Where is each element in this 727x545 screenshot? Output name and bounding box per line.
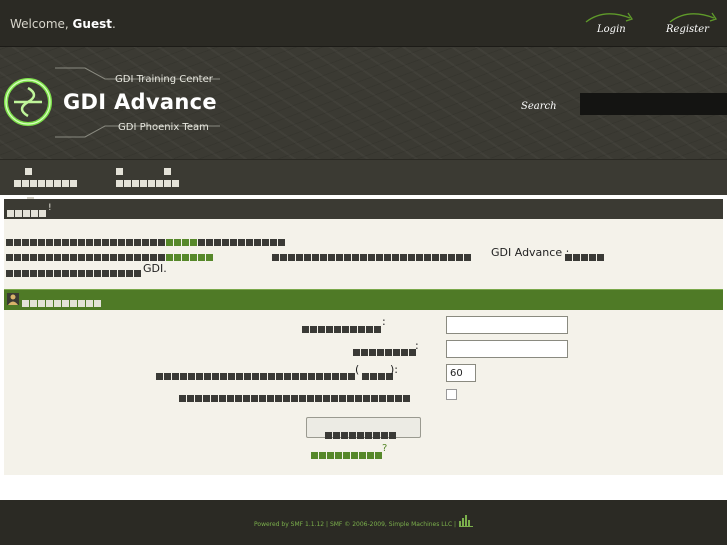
session-paren-open: ( xyxy=(355,363,360,376)
header-banner: GDI Training Center GDI Advance GDI Phoe… xyxy=(0,47,727,159)
notice-header: ! xyxy=(4,199,723,219)
forgot-password-question: ? xyxy=(382,443,388,454)
welcome-prefix: Welcome, xyxy=(10,17,69,31)
logo-subtitle-top: GDI Training Center xyxy=(115,74,213,85)
login-button[interactable] xyxy=(306,417,421,439)
nav-item-help[interactable] xyxy=(116,168,180,191)
nav-item-home[interactable] xyxy=(14,168,78,191)
password-colon: : xyxy=(415,339,419,352)
welcome-text: Welcome, Guest. xyxy=(10,17,116,31)
password-field[interactable] xyxy=(446,340,568,358)
always-stay-logged-in-checkbox[interactable] xyxy=(446,389,457,400)
logo-title: GDI Advance xyxy=(63,90,217,114)
footer: Powered by SMF 1.1.12 | SMF © 2006-2009,… xyxy=(0,500,727,545)
forgot-password-link[interactable] xyxy=(311,444,383,463)
login-header xyxy=(4,289,723,310)
register-link[interactable]: Register xyxy=(666,24,709,35)
stats-icon xyxy=(459,515,473,527)
user-icon xyxy=(7,293,19,305)
welcome-suffix: . xyxy=(111,17,116,31)
notice-header-bang: ! xyxy=(48,203,52,213)
footer-powered-by: Powered by SMF 1.1.12 | SMF © 2006-2009,… xyxy=(254,521,457,528)
notice-gdi-advance: GDI Advance : xyxy=(491,246,570,259)
search-label: Search xyxy=(521,101,557,112)
logo-subtitle-bottom: GDI Phoenix Team xyxy=(118,122,209,133)
welcome-user: Guest xyxy=(72,17,112,31)
search-input[interactable] xyxy=(580,93,727,115)
session-length-field[interactable] xyxy=(446,364,476,382)
content-area: ! GDI Advance : GDI. :: (): 60 ? xyxy=(4,199,723,475)
session-paren-close: ): xyxy=(390,363,398,376)
login-link[interactable]: Login xyxy=(597,24,626,35)
username-field[interactable] xyxy=(446,316,568,334)
username-colon: : xyxy=(382,315,386,328)
top-bar: Welcome, Guest. Login Register xyxy=(0,0,727,47)
notice-gdi-end: GDI. xyxy=(143,262,167,275)
main-nav xyxy=(0,159,727,195)
